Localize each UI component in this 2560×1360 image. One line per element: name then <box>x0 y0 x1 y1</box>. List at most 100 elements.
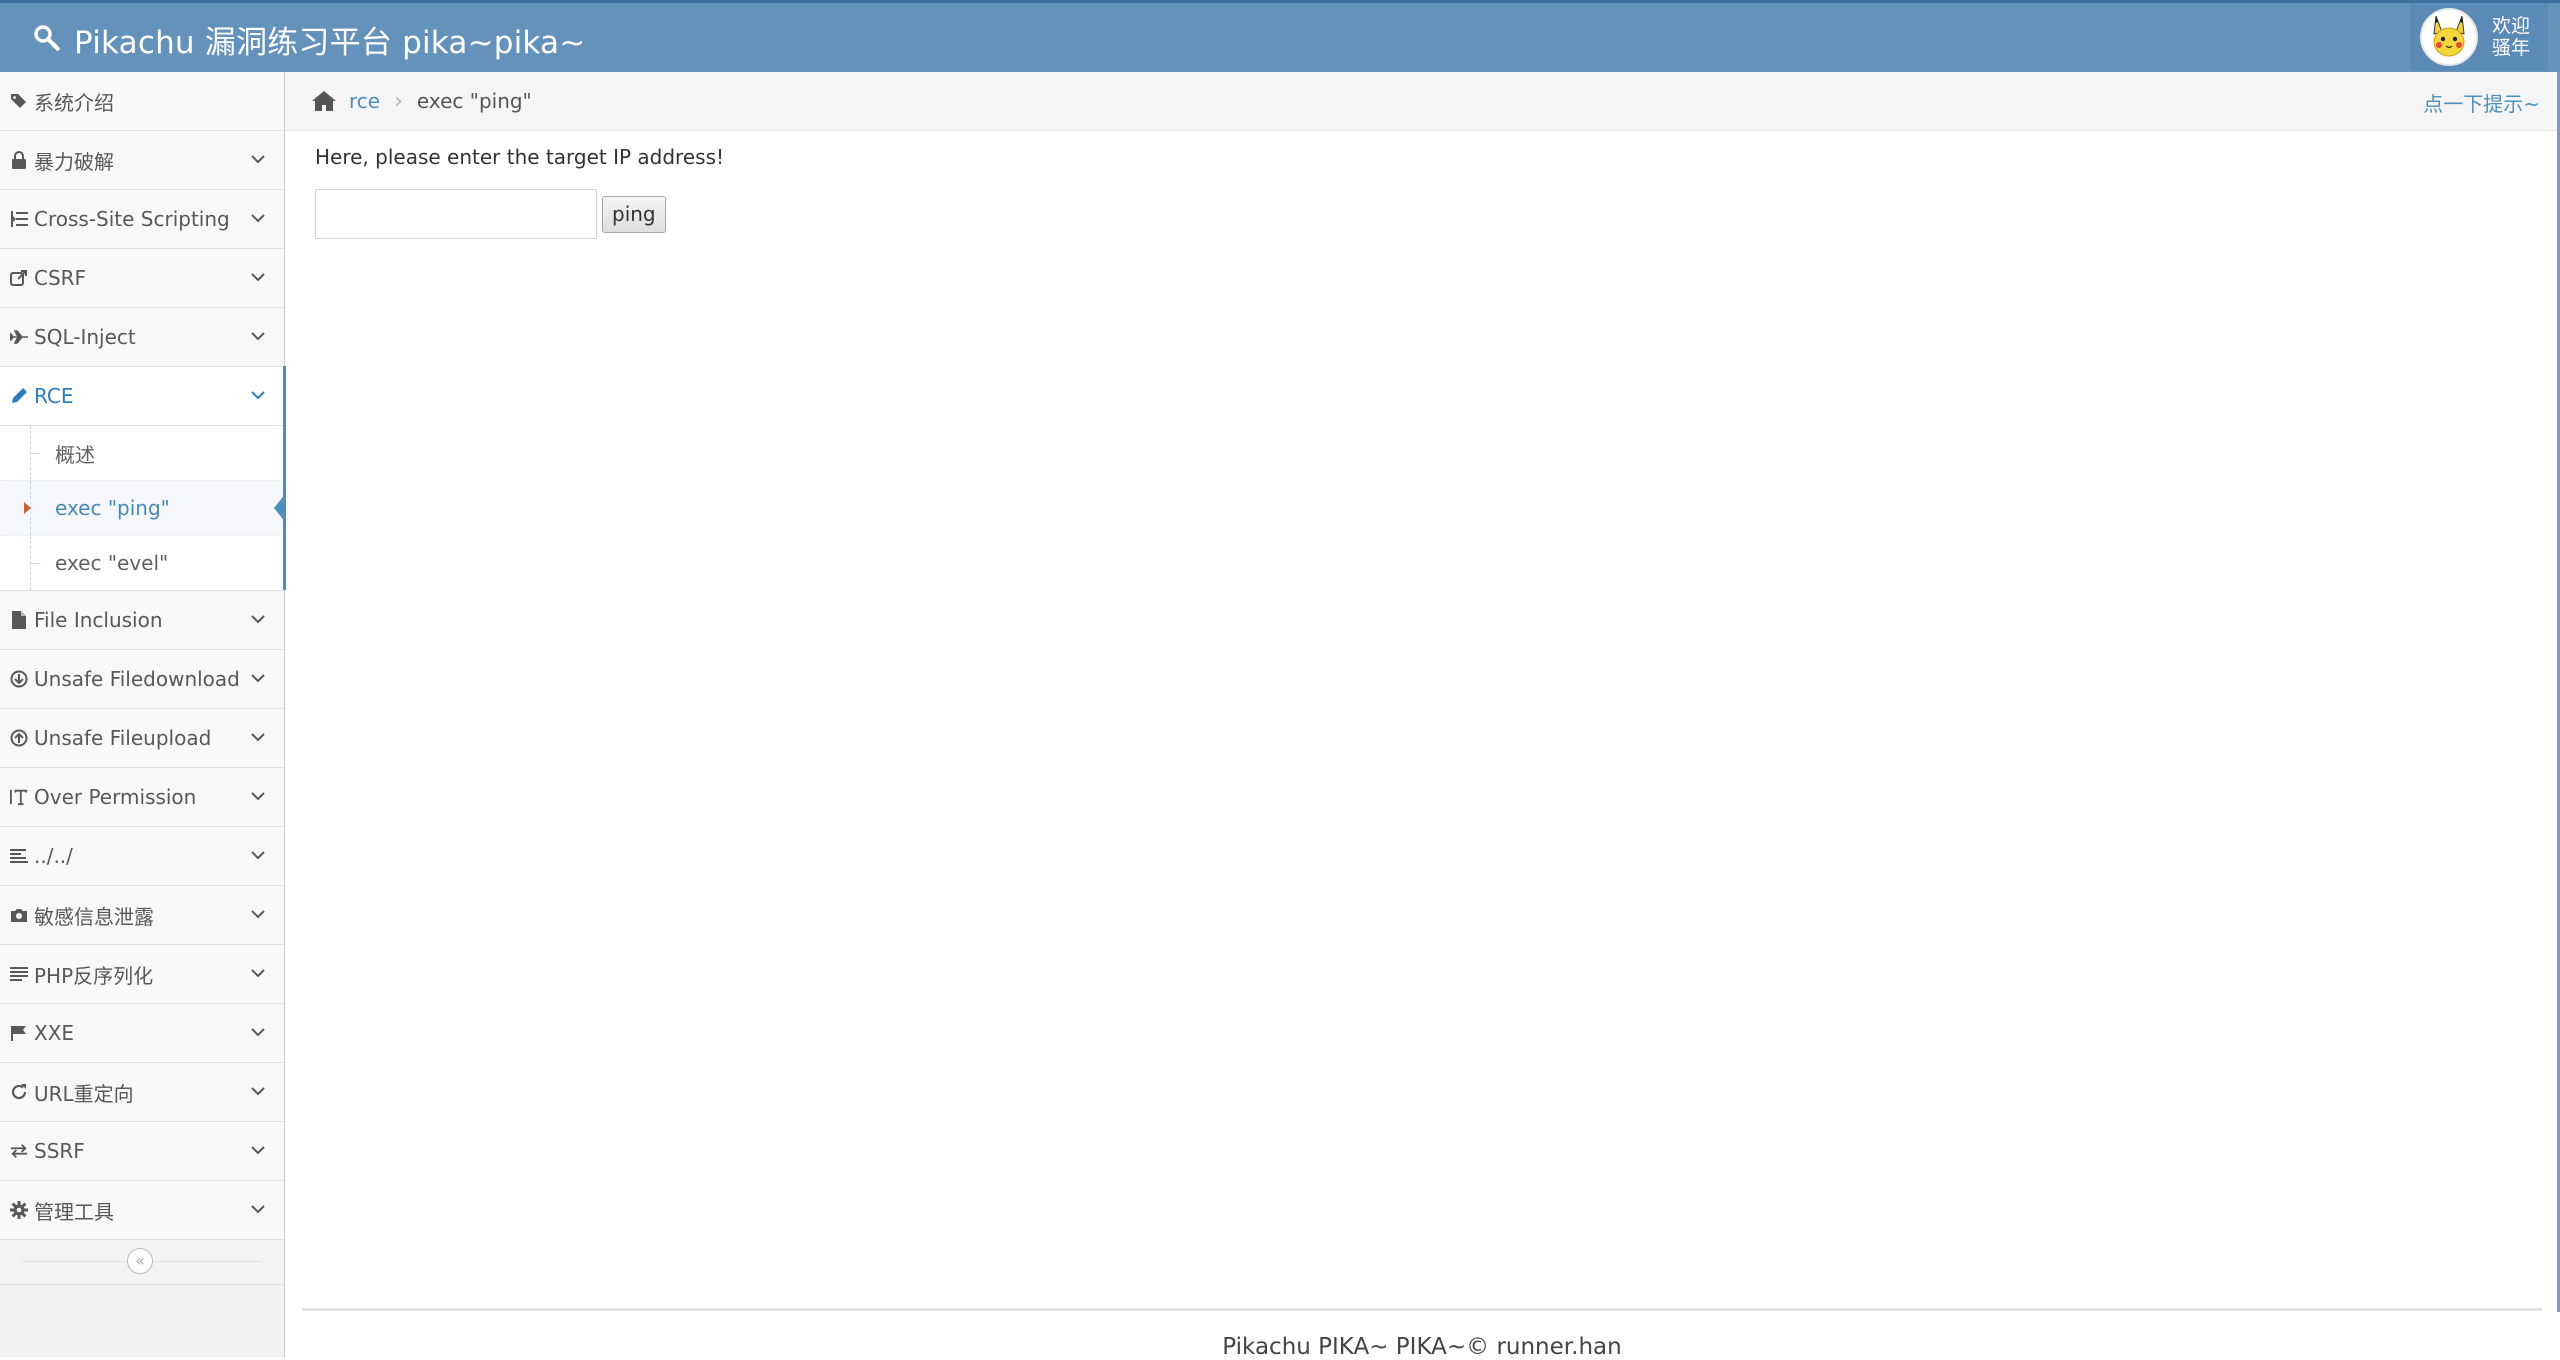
breadcrumb-separator-icon: › <box>394 88 403 114</box>
footer-divider <box>302 1308 2542 1311</box>
ping-form: ping <box>315 189 724 239</box>
chevron-down-icon <box>251 391 265 400</box>
avatar <box>2420 8 2478 66</box>
sidebar-item-sql-inject[interactable]: SQL-Inject <box>0 308 284 367</box>
chevron-down-icon <box>251 273 265 282</box>
sidebar-item-unsafe-fileupload[interactable]: Unsafe Fileupload <box>0 709 284 768</box>
breadcrumb-link-rce[interactable]: rce <box>349 89 380 113</box>
sidebar-item-info-leak[interactable]: 敏感信息泄露 <box>0 886 284 945</box>
sidebar-item-rce[interactable]: RCE <box>0 366 286 426</box>
hint-link[interactable]: 点一下提示~ <box>2423 88 2540 117</box>
sidebar-item-label: Over Permission <box>34 785 197 809</box>
user-menu[interactable]: 欢迎 骚年 <box>2410 3 2548 71</box>
chevron-down-icon <box>251 1087 265 1096</box>
sidebar-item-xxe[interactable]: XXE <box>0 1004 284 1063</box>
chevron-down-icon <box>251 733 265 742</box>
ping-button[interactable]: ping <box>602 195 666 233</box>
exchange-icon <box>10 1142 28 1160</box>
sidebar-item-label: XXE <box>34 1021 75 1045</box>
breadcrumb-current: exec "ping" <box>416 89 532 113</box>
key-icon <box>34 25 62 53</box>
sidebar-item-label: 敏感信息泄露 <box>34 904 154 929</box>
user-greeting: 欢迎 骚年 <box>2492 15 2530 59</box>
indent-icon <box>10 210 28 228</box>
chevron-down-icon <box>251 851 265 860</box>
sidebar-item-admin-tools[interactable]: 管理工具 <box>0 1181 284 1240</box>
sidebar-item-label: SQL-Inject <box>34 325 136 349</box>
sidebar-item-label: RCE <box>34 384 74 408</box>
sidebar-item-label: Unsafe Filedownload <box>34 667 240 691</box>
user-greeting-line1: 欢迎 <box>2492 15 2531 37</box>
plane-icon <box>10 328 28 346</box>
refresh-icon <box>10 1083 28 1101</box>
chevron-down-icon <box>251 615 265 624</box>
sidebar: 系统介绍 暴力破解 Cross-Site Scripting CSRF SQL-… <box>0 72 286 1357</box>
sidebar-item-brute-force[interactable]: 暴力破解 <box>0 131 284 190</box>
submenu-item-exec-ping[interactable]: exec "ping" <box>0 480 286 535</box>
upload-circle-icon <box>10 729 28 747</box>
page-content: Here, please enter the target IP address… <box>315 145 724 239</box>
sidebar-item-file-inclusion[interactable]: File Inclusion <box>0 591 284 650</box>
footer-text: Pikachu PIKA~ PIKA~© runner.han <box>1222 1334 1622 1360</box>
sidebar-item-label: URL重定向 <box>34 1081 134 1106</box>
chevron-down-icon <box>251 1205 265 1214</box>
double-chevron-left-icon[interactable]: « <box>127 1248 153 1274</box>
sidebar-item-system-intro[interactable]: 系统介绍 <box>0 72 284 131</box>
chevron-down-icon <box>251 674 265 683</box>
file-icon <box>10 611 28 629</box>
chevron-down-icon <box>251 910 265 919</box>
chevron-down-icon <box>251 332 265 341</box>
sidebar-item-label: 管理工具 <box>34 1199 114 1224</box>
top-navbar: Pikachu 漏洞练习平台 pika~pika~ 欢迎 骚年 <box>0 0 2560 72</box>
sidebar-item-xss[interactable]: Cross-Site Scripting <box>0 190 284 249</box>
sidebar-item-unsafe-filedownload[interactable]: Unsafe Filedownload <box>0 650 284 709</box>
brand-link[interactable]: Pikachu 漏洞练习平台 pika~pika~ <box>34 17 585 61</box>
sidebar-item-label: PHP反序列化 <box>34 963 154 988</box>
sidebar-item-label: File Inclusion <box>34 608 163 632</box>
gear-icon <box>10 1201 28 1219</box>
align-justify-icon <box>10 965 28 983</box>
caret-right-icon <box>24 502 31 514</box>
sidebar-item-label: 暴力破解 <box>34 149 114 174</box>
sidebar-item-php-unserialize[interactable]: PHP反序列化 <box>0 945 284 1004</box>
rce-submenu: 概述 exec "ping" exec "evel" <box>0 426 286 591</box>
active-pointer-icon <box>274 493 286 523</box>
sidebar-item-label: CSRF <box>34 266 87 290</box>
text-height-icon <box>10 788 28 806</box>
chevron-down-icon <box>251 214 265 223</box>
user-greeting-line2: 骚年 <box>2492 37 2531 59</box>
chevron-down-icon <box>251 1146 265 1155</box>
sidebar-item-over-permission[interactable]: Over Permission <box>0 768 284 827</box>
sidebar-item-ssrf[interactable]: SSRF <box>0 1122 284 1181</box>
sidebar-item-url-redirect[interactable]: URL重定向 <box>0 1063 284 1122</box>
sidebar-item-label: ../../ <box>34 844 73 868</box>
sidebar-item-label: Cross-Site Scripting <box>34 207 230 231</box>
submenu-item-exec-evel[interactable]: exec "evel" <box>0 535 284 590</box>
ip-address-input[interactable] <box>315 189 597 239</box>
breadcrumb: rce › exec "ping" 点一下提示~ <box>285 72 2560 131</box>
tags-icon <box>10 92 28 110</box>
chevron-down-icon <box>251 792 265 801</box>
brand-title: Pikachu 漏洞练习平台 pika~pika~ <box>74 24 586 61</box>
home-icon[interactable] <box>311 90 337 112</box>
chevron-down-icon <box>251 1028 265 1037</box>
submenu-item-label: exec "evel" <box>55 551 169 575</box>
align-left-icon <box>10 847 28 865</box>
download-circle-icon <box>10 670 28 688</box>
sidebar-item-csrf[interactable]: CSRF <box>0 249 284 308</box>
sidebar-item-label: Unsafe Fileupload <box>34 726 212 750</box>
chevron-down-icon <box>251 969 265 978</box>
sidebar-item-dir-traversal[interactable]: ../../ <box>0 827 284 886</box>
submenu-item-overview[interactable]: 概述 <box>0 426 284 480</box>
sidebar-item-label: 系统介绍 <box>34 90 114 115</box>
flag-icon <box>10 1024 28 1042</box>
prompt-text: Here, please enter the target IP address… <box>315 145 725 169</box>
submenu-item-label: 概述 <box>55 442 95 467</box>
pencil-icon <box>10 387 28 405</box>
chevron-down-icon <box>251 155 265 164</box>
submenu-item-label: exec "ping" <box>55 496 170 520</box>
sidebar-item-label: SSRF <box>34 1139 85 1163</box>
lock-icon <box>10 151 28 169</box>
sidebar-collapse-row: « <box>0 1240 284 1285</box>
share-icon <box>10 269 28 287</box>
